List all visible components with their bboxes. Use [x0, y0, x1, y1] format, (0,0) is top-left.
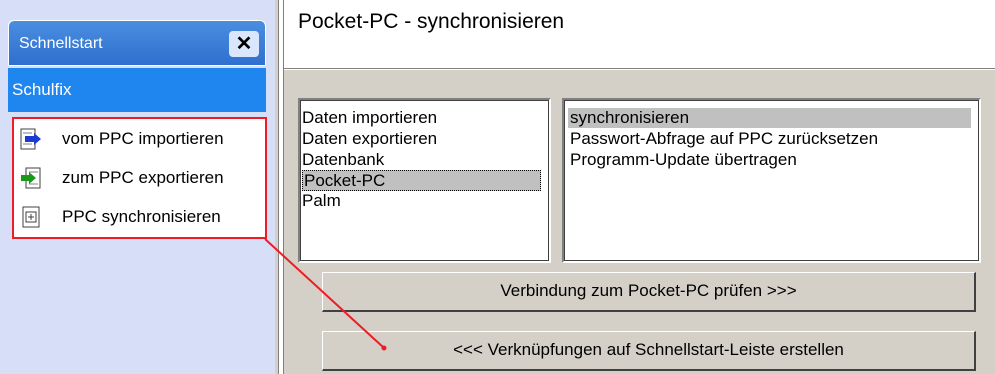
quickstart-pane: Schnellstart ✕ Schulfix vom PPC importie…: [0, 0, 275, 374]
category-item[interactable]: Palm: [302, 191, 341, 211]
quickstart-item-label: PPC synchronisieren: [62, 207, 221, 226]
content-panel: Daten importieren Daten exportieren Date…: [284, 70, 995, 374]
category-item[interactable]: Daten importieren: [302, 108, 437, 128]
action-list[interactable]: synchronisieren Passwort-Abfrage auf PPC…: [562, 98, 981, 263]
quickstart-item-export[interactable]: zum PPC exportieren: [14, 160, 265, 196]
close-icon[interactable]: ✕: [229, 31, 259, 57]
quickstart-item-label: vom PPC importieren: [62, 129, 224, 148]
category-item[interactable]: Daten exportieren: [302, 129, 437, 149]
quickstart-item-sync[interactable]: PPC synchronisieren: [14, 199, 265, 235]
import-arrow-icon: [20, 128, 41, 150]
quickstart-item-label: zum PPC exportieren: [62, 168, 224, 187]
category-item[interactable]: Datenbank: [302, 150, 384, 170]
action-item[interactable]: Passwort-Abfrage auf PPC zurücksetzen: [570, 129, 878, 149]
quickstart-item-import[interactable]: vom PPC importieren: [14, 121, 265, 157]
category-item-selected[interactable]: Pocket-PC: [302, 170, 541, 191]
quickstart-group-schulfix[interactable]: Schulfix: [8, 68, 266, 112]
create-shortcuts-button[interactable]: <<< Verknüpfungen auf Schnellstart-Leist…: [322, 331, 976, 371]
action-item[interactable]: Programm-Update übertragen: [570, 150, 797, 170]
page-title: Pocket-PC - synchronisieren: [298, 10, 565, 33]
category-list[interactable]: Daten importieren Daten exportieren Date…: [298, 98, 551, 263]
export-arrow-icon: [21, 167, 41, 189]
quickstart-header: Schnellstart ✕: [8, 20, 266, 66]
check-connection-button[interactable]: Verbindung zum Pocket-PC prüfen >>>: [322, 272, 976, 312]
quickstart-items: vom PPC importieren zum PPC exportieren …: [12, 117, 267, 239]
sync-document-icon: [22, 206, 40, 228]
action-item-selected[interactable]: synchronisieren: [568, 108, 971, 128]
quickstart-title: Schnellstart: [19, 35, 103, 52]
